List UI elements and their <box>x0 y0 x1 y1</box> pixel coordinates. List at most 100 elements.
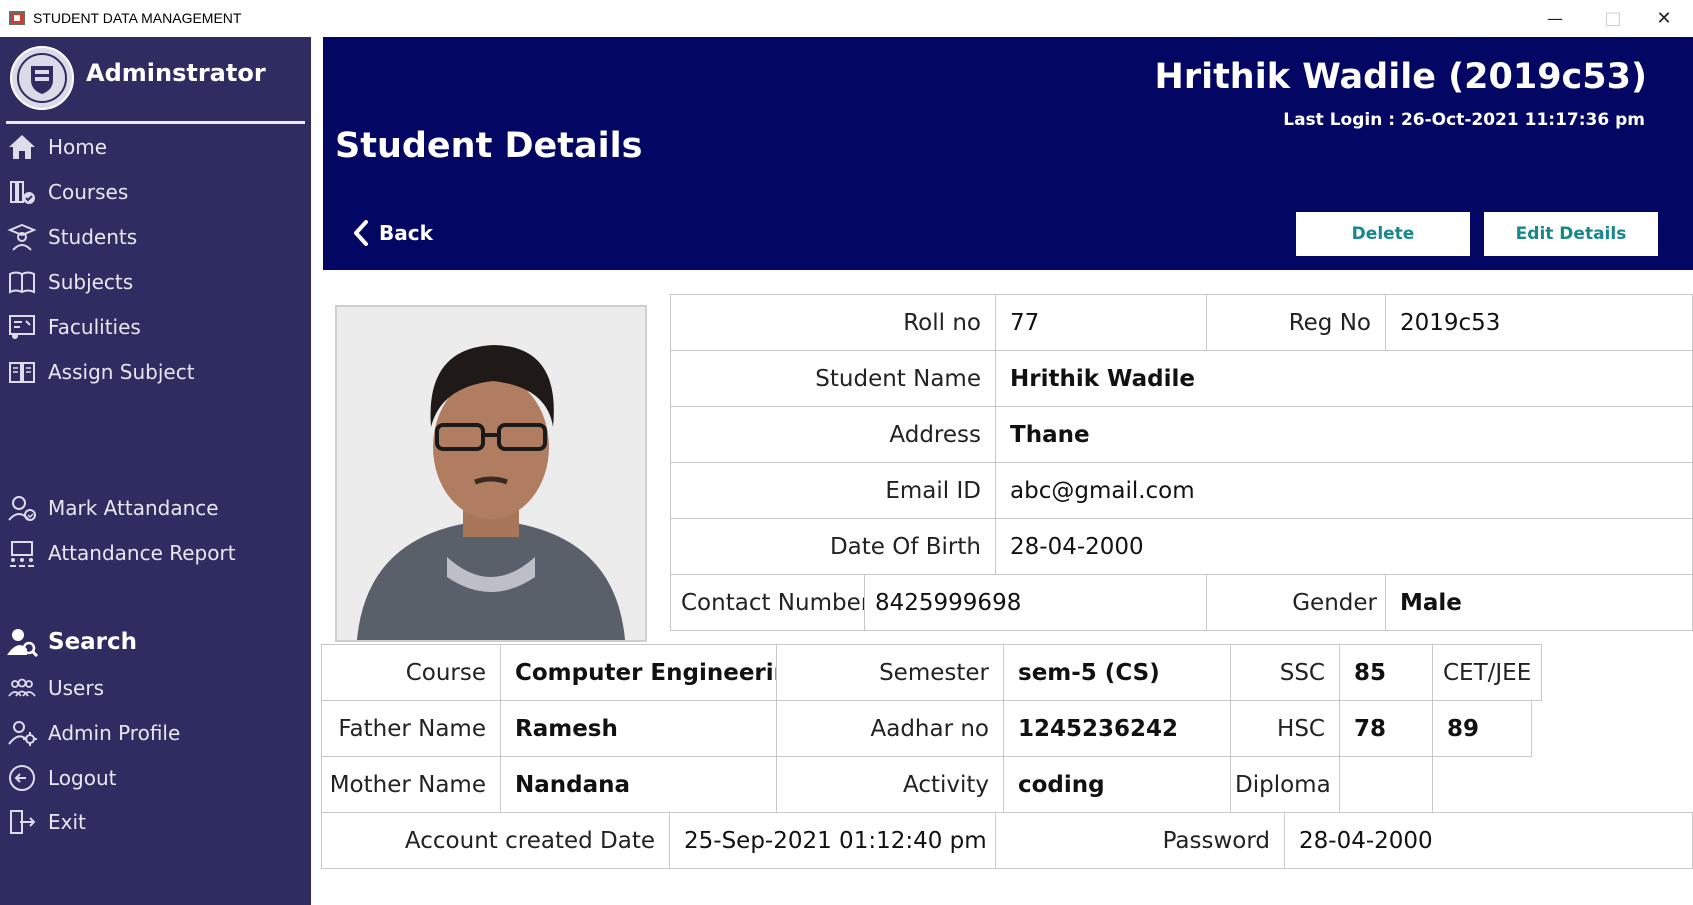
father-name-label: Father Name <box>321 700 501 757</box>
edit-details-button[interactable]: Edit Details <box>1484 212 1658 256</box>
attendance-report-icon <box>4 537 40 569</box>
page-header: Student Details Hrithik Wadile (2019c53)… <box>323 37 1693 270</box>
nav-faculties-label: Faculities <box>48 315 141 339</box>
ssc-value: 85 <box>1339 644 1433 701</box>
mother-name-value: Nandana <box>500 756 777 813</box>
admin-profile-icon <box>4 717 40 749</box>
nav-users-label: Users <box>48 676 105 700</box>
dob-label: Date Of Birth <box>670 518 996 575</box>
email-value: abc@gmail.com <box>995 462 1693 519</box>
nav-mark-attendance[interactable]: Mark Attandance <box>0 488 311 528</box>
exit-icon <box>4 806 40 838</box>
nav-students[interactable]: Students <box>0 217 311 257</box>
sidebar: Adminstrator Home Courses Students Subje <box>0 37 311 905</box>
logout-icon <box>4 762 40 794</box>
nav-courses[interactable]: Courses <box>0 172 311 212</box>
back-label: Back <box>379 221 433 245</box>
last-login: Last Login : 26-Oct-2021 11:17:36 pm <box>1283 110 1645 130</box>
gender-label: Gender <box>1206 574 1386 631</box>
nav-users[interactable]: Users <box>0 668 311 708</box>
nav-courses-label: Courses <box>48 180 129 204</box>
app-icon <box>9 11 25 25</box>
activity-label: Activity <box>776 756 1004 813</box>
dob-value: 28-04-2000 <box>995 518 1693 575</box>
college-logo <box>10 46 74 110</box>
nav-faculties[interactable]: Faculities <box>0 307 311 347</box>
reg-no-value: 2019c53 <box>1385 294 1693 351</box>
assign-subject-icon <box>4 356 40 388</box>
nav-assign-subject[interactable]: Assign Subject <box>0 352 311 392</box>
nav-exit-label: Exit <box>48 810 86 834</box>
activity-value: coding <box>1003 756 1231 813</box>
app-window: STUDENT DATA MANAGEMENT — □ ✕ Adminstrat… <box>0 0 1693 905</box>
chevron-left-icon <box>354 220 368 246</box>
student-name-label: Student Name <box>670 350 996 407</box>
gender-value: Male <box>1385 574 1693 631</box>
contact-number-label: Contact Number <box>670 574 865 631</box>
ssc-label: SSC <box>1230 644 1340 701</box>
close-button[interactable]: ✕ <box>1635 0 1693 37</box>
course-label: Course <box>321 644 501 701</box>
nav-attendance-report[interactable]: Attandance Report <box>0 533 311 573</box>
mark-attendance-icon <box>4 492 40 524</box>
users-icon <box>4 672 40 704</box>
nav-admin-profile[interactable]: Admin Profile <box>0 713 311 753</box>
cet-jee-label: CET/JEE <box>1432 644 1542 701</box>
account-created-value: 25-Sep-2021 01:12:40 pm <box>669 812 996 869</box>
page-title: Student Details <box>335 126 643 166</box>
account-created-label: Account created Date <box>321 812 670 869</box>
cet-jee-value: 89 <box>1432 700 1532 757</box>
email-label: Email ID <box>670 462 996 519</box>
mother-name-label: Mother Name <box>321 756 501 813</box>
title-bar: STUDENT DATA MANAGEMENT — □ ✕ <box>0 0 1693 37</box>
semester-value: sem-5 (CS) <box>1003 644 1231 701</box>
student-name-value: Hrithik Wadile <box>995 350 1693 407</box>
password-value: 28-04-2000 <box>1284 812 1693 869</box>
hsc-value: 78 <box>1339 700 1433 757</box>
aadhar-value: 1245236242 <box>1003 700 1231 757</box>
contact-number-value: 8425999698 <box>864 574 1207 631</box>
nav-attendance-report-label: Attandance Report <box>48 541 236 565</box>
nav-mark-attendance-label: Mark Attandance <box>48 496 219 520</box>
roll-no-label: Roll no <box>670 294 996 351</box>
hsc-label: HSC <box>1230 700 1340 757</box>
nav-subjects[interactable]: Subjects <box>0 262 311 302</box>
diploma-label: Diploma <box>1230 756 1340 813</box>
roll-no-value: 77 <box>995 294 1207 351</box>
nav-logout[interactable]: Logout <box>0 758 311 798</box>
students-icon <box>4 221 40 253</box>
nav-search-label: Search <box>48 629 138 655</box>
window-title: STUDENT DATA MANAGEMENT <box>33 10 242 26</box>
nav-admin-profile-label: Admin Profile <box>48 721 181 745</box>
maximize-button[interactable]: □ <box>1584 0 1642 37</box>
search-user-icon <box>4 626 40 658</box>
delete-button[interactable]: Delete <box>1296 212 1470 256</box>
nav-home-label: Home <box>48 135 108 159</box>
password-label: Password <box>995 812 1285 869</box>
diploma-value <box>1339 756 1433 813</box>
faculties-icon <box>4 311 40 343</box>
nav-search[interactable]: Search <box>0 622 311 662</box>
aadhar-label: Aadhar no <box>776 700 1004 757</box>
father-name-value: Ramesh <box>500 700 777 757</box>
address-value: Thane <box>995 406 1693 463</box>
nav-subjects-label: Subjects <box>48 270 134 294</box>
address-label: Address <box>670 406 996 463</box>
nav-students-label: Students <box>48 225 138 249</box>
nav-exit[interactable]: Exit <box>0 802 311 842</box>
courses-icon <box>4 176 40 208</box>
crest-icon <box>17 53 67 103</box>
admin-name: Adminstrator <box>86 59 266 87</box>
reg-no-label: Reg No <box>1206 294 1386 351</box>
subjects-icon <box>4 266 40 298</box>
nav-assign-subject-label: Assign Subject <box>48 360 195 384</box>
back-button[interactable]: Back <box>353 220 433 246</box>
home-icon <box>4 131 40 163</box>
sidebar-divider <box>6 121 305 124</box>
course-value: Computer Engineering <box>500 644 777 701</box>
semester-label: Semester <box>776 644 1004 701</box>
nav-home[interactable]: Home <box>0 127 311 167</box>
minimize-button[interactable]: — <box>1526 0 1584 37</box>
nav-logout-label: Logout <box>48 766 117 790</box>
student-heading: Hrithik Wadile (2019c53) <box>1154 57 1647 97</box>
